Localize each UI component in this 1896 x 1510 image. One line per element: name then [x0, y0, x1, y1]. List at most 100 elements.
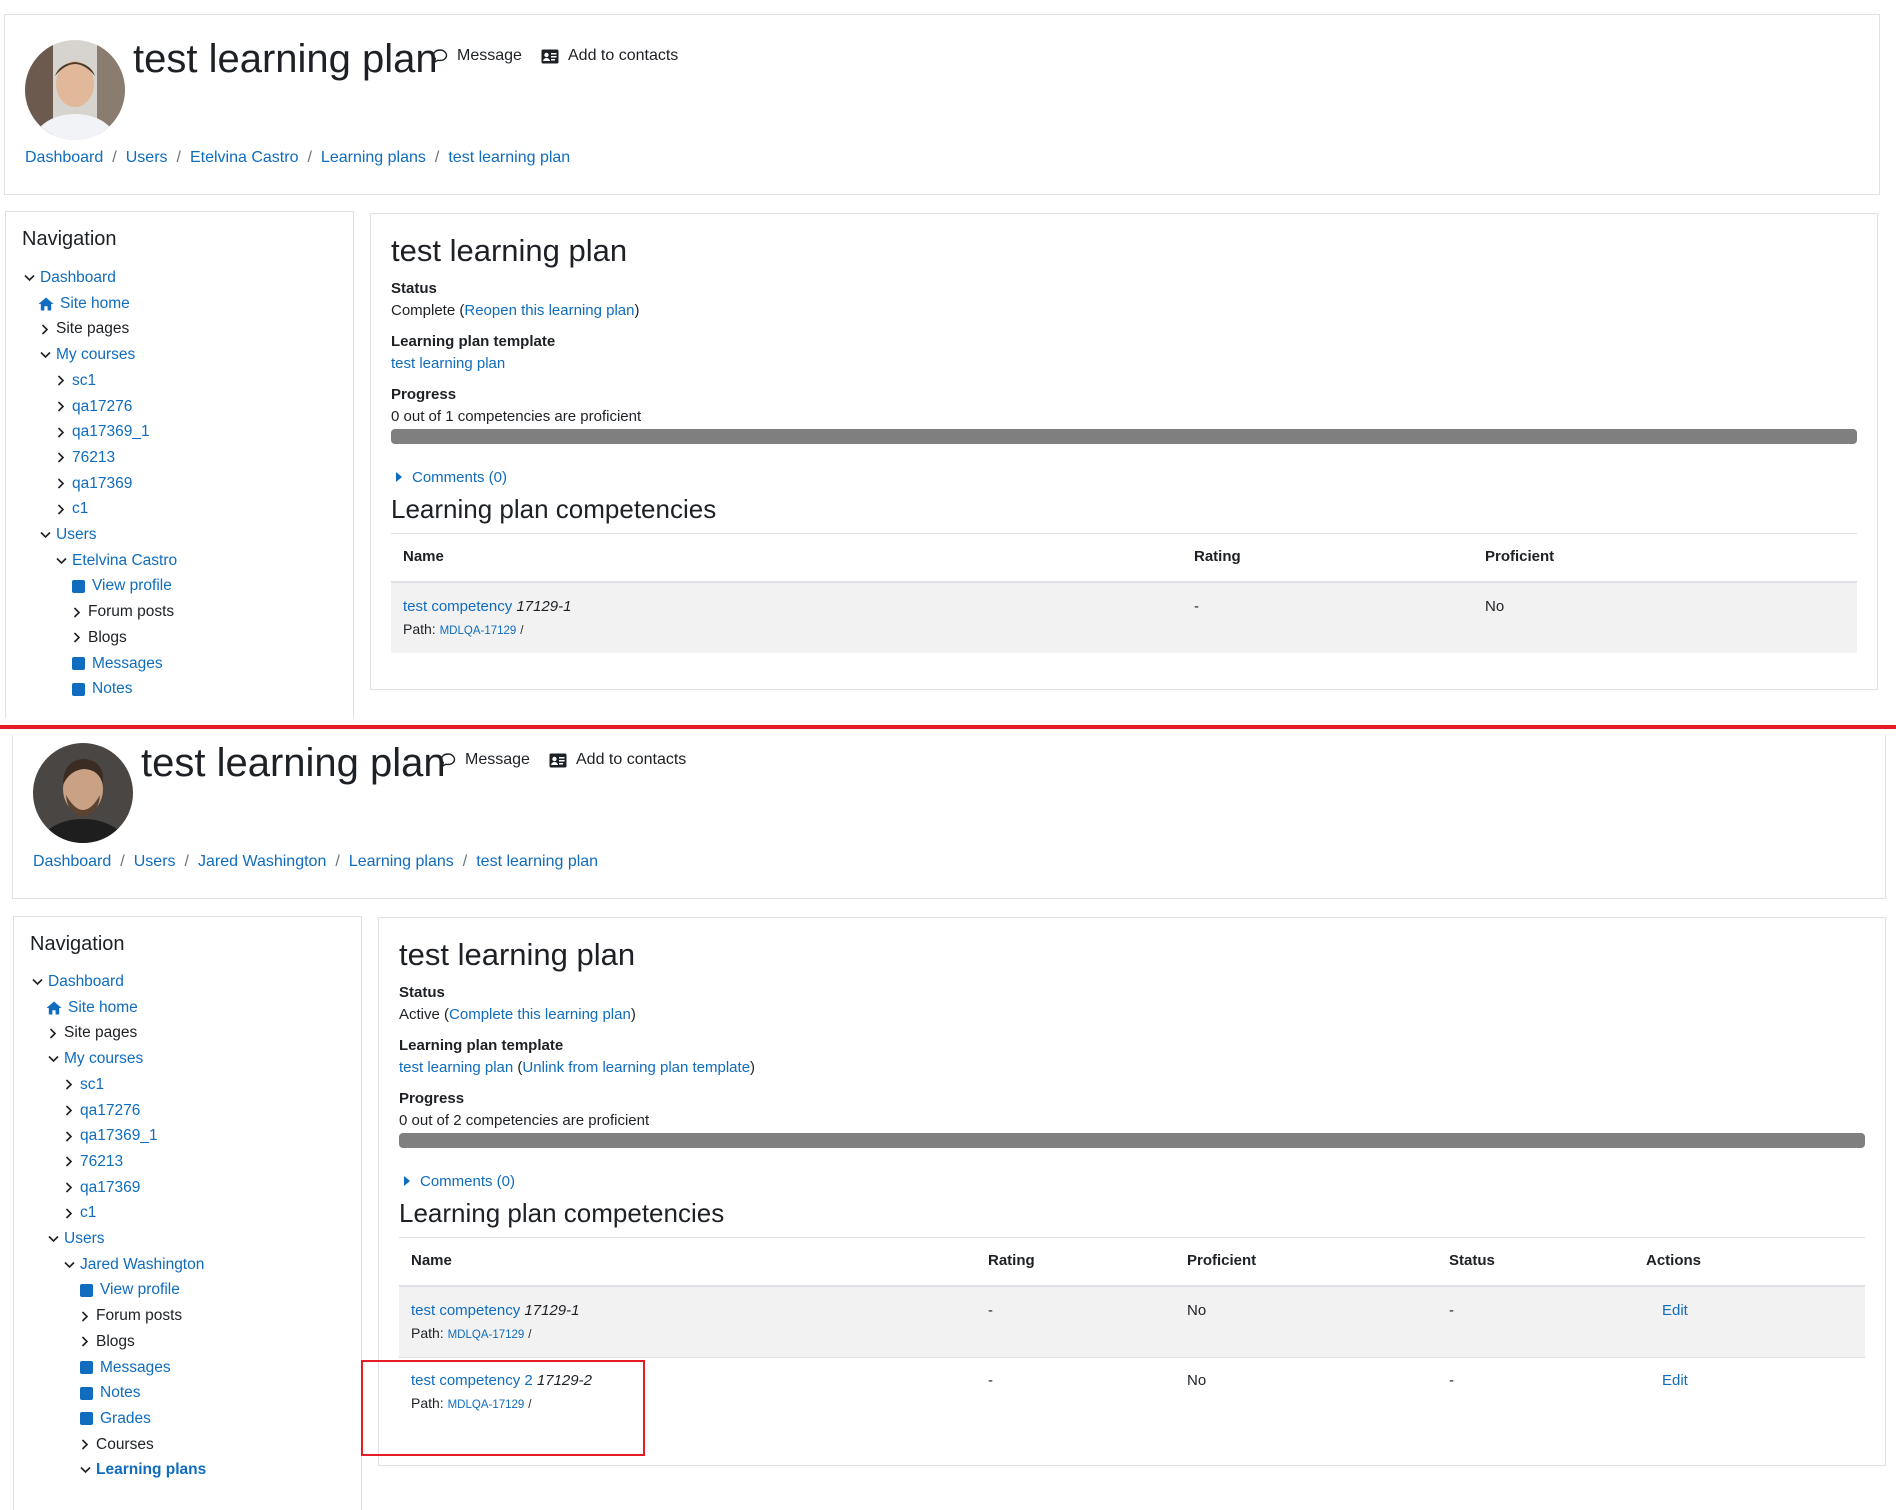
- competency-link[interactable]: test competency: [403, 598, 512, 615]
- nav-item-qa17276[interactable]: qa17276: [54, 395, 132, 419]
- nav-item-site-pages[interactable]: Site pages: [46, 1021, 137, 1045]
- table-row-border: [399, 1357, 1865, 1358]
- reopen-plan-link[interactable]: Reopen this learning plan: [464, 302, 634, 319]
- nav-item-jared-washington[interactable]: Jared Washington: [62, 1253, 204, 1277]
- message-button[interactable]: Message: [432, 47, 522, 65]
- nav-item-dashboard[interactable]: Dashboard: [22, 266, 116, 290]
- comments-toggle[interactable]: Comments (0): [396, 469, 507, 486]
- nav-item-users[interactable]: Users: [46, 1227, 104, 1251]
- chevron-down-icon: [46, 1052, 60, 1066]
- nav-item-grades[interactable]: Grades: [78, 1407, 151, 1431]
- template-link[interactable]: test learning plan: [399, 1059, 513, 1076]
- nav-item-courses[interactable]: Courses: [78, 1433, 154, 1457]
- nav-item-forum-posts[interactable]: Forum posts: [70, 600, 174, 624]
- add-to-contacts-button[interactable]: Add to contacts: [549, 751, 686, 769]
- breadcrumb-separator: /: [434, 149, 440, 166]
- nav-item-messages[interactable]: Messages: [78, 1356, 171, 1380]
- chevron-right-icon: [62, 1155, 76, 1169]
- nav-item-label: sc1: [72, 371, 97, 389]
- competency-proficient: No: [1485, 598, 1505, 615]
- nav-item-etelvina-castro[interactable]: Etelvina Castro: [54, 549, 177, 573]
- comments-toggle[interactable]: Comments (0): [404, 1173, 515, 1190]
- nav-item-messages[interactable]: Messages: [70, 652, 163, 676]
- nav-item-label: Users: [56, 526, 97, 543]
- breadcrumb-learning-plans[interactable]: Learning plans: [321, 149, 426, 167]
- breadcrumb-learning-plans[interactable]: Learning plans: [349, 853, 454, 871]
- breadcrumb-separator: /: [335, 853, 340, 870]
- competency-link[interactable]: test competency: [411, 1302, 520, 1319]
- chevron-right-icon: [78, 1438, 92, 1452]
- chevron-right-icon: [62, 1104, 76, 1118]
- message-label: Message: [465, 751, 530, 768]
- nav-item-qa17369[interactable]: qa17369: [54, 472, 132, 496]
- edit-link[interactable]: Edit: [1662, 1302, 1688, 1319]
- status-label: Status: [391, 280, 437, 297]
- breadcrumb-dashboard[interactable]: Dashboard: [33, 853, 111, 871]
- nav-item-view-profile[interactable]: View profile: [70, 574, 172, 598]
- breadcrumb-users[interactable]: Users: [134, 853, 176, 871]
- nav-item-blogs[interactable]: Blogs: [70, 626, 127, 650]
- competencies-heading: Learning plan competencies: [391, 494, 717, 524]
- user-avatar-1[interactable]: [25, 40, 125, 140]
- nav-item-label: Messages: [100, 1358, 171, 1376]
- nav-item-forum-posts[interactable]: Forum posts: [78, 1304, 182, 1328]
- table-top-border: [391, 533, 1857, 534]
- breadcrumb-users[interactable]: Users: [126, 149, 168, 167]
- breadcrumb-user[interactable]: Jared Washington: [198, 853, 326, 871]
- nav-item-users[interactable]: Users: [38, 523, 96, 547]
- framework-link[interactable]: MDLQA-17129: [448, 1329, 525, 1341]
- nav-item-view-profile[interactable]: View profile: [78, 1278, 180, 1302]
- complete-plan-link[interactable]: Complete this learning plan: [449, 1006, 631, 1023]
- nav-item-label: qa17369: [72, 474, 133, 492]
- progress-label: Progress: [399, 1090, 465, 1107]
- nav-item-my-courses[interactable]: My courses: [46, 1047, 143, 1071]
- competencies-heading: Learning plan competencies: [399, 1198, 725, 1228]
- nav-item-notes[interactable]: Notes: [78, 1381, 141, 1405]
- home-icon: [46, 1001, 62, 1015]
- column-header-status: Status: [1449, 1252, 1495, 1269]
- nav-item-notes[interactable]: Notes: [70, 677, 133, 701]
- competency-status: -: [1449, 1372, 1454, 1389]
- nav-item-learning-plans[interactable]: Learning plans: [78, 1458, 206, 1482]
- nav-item-site-pages[interactable]: Site pages: [38, 317, 129, 341]
- plan-title: test learning plan: [391, 233, 628, 268]
- unlink-template-link[interactable]: Unlink from learning plan template: [522, 1059, 750, 1076]
- user-avatar-2[interactable]: [33, 743, 133, 843]
- nav-item-76213[interactable]: 76213: [62, 1150, 123, 1174]
- nav-item-sc1[interactable]: sc1: [54, 369, 96, 393]
- nav-item-qa17276[interactable]: qa17276: [62, 1099, 140, 1123]
- add-to-contacts-button[interactable]: Add to contacts: [541, 47, 678, 65]
- chevron-right-icon: [46, 1026, 60, 1040]
- nav-item-dashboard[interactable]: Dashboard: [30, 970, 124, 994]
- breadcrumb-separator: /: [120, 853, 125, 870]
- nav-item-sc1[interactable]: sc1: [62, 1073, 104, 1097]
- breadcrumb-current[interactable]: test learning plan: [448, 149, 570, 167]
- nav-item-qa17369[interactable]: qa17369: [62, 1176, 140, 1200]
- breadcrumb-user[interactable]: Etelvina Castro: [190, 149, 299, 167]
- nav-item-c1[interactable]: c1: [62, 1201, 96, 1225]
- nav-item-site-home[interactable]: Site home: [38, 292, 130, 316]
- competency-path: Path: MDLQA-17129 /: [411, 1325, 531, 1341]
- nav-item-label: Etelvina Castro: [72, 551, 178, 569]
- nav-item-blogs[interactable]: Blogs: [78, 1330, 135, 1354]
- nav-item-qa17369-1[interactable]: qa17369_1: [54, 420, 150, 444]
- competency-proficient: No: [1187, 1372, 1207, 1389]
- column-header-rating: Rating: [988, 1252, 1035, 1269]
- nav-item-qa17369-1[interactable]: qa17369_1: [62, 1124, 158, 1148]
- caret-right-icon: [404, 1173, 410, 1190]
- nav-item-c1[interactable]: c1: [54, 497, 88, 521]
- breadcrumb-current[interactable]: test learning plan: [476, 853, 598, 871]
- nav-item-site-home[interactable]: Site home: [46, 996, 138, 1020]
- nav-item-76213[interactable]: 76213: [54, 446, 115, 470]
- contact-card-icon: [541, 49, 559, 64]
- nav-item-my-courses[interactable]: My courses: [38, 343, 135, 367]
- path-label: Path:: [411, 1325, 444, 1341]
- template-link[interactable]: test learning plan: [391, 355, 505, 372]
- table-top-border: [399, 1237, 1865, 1238]
- message-button[interactable]: Message: [440, 751, 530, 769]
- add-contacts-label: Add to contacts: [568, 47, 679, 64]
- framework-link[interactable]: MDLQA-17129: [440, 625, 517, 637]
- edit-link[interactable]: Edit: [1662, 1372, 1688, 1389]
- node-square-icon: [72, 657, 85, 670]
- breadcrumb-dashboard[interactable]: Dashboard: [25, 149, 103, 167]
